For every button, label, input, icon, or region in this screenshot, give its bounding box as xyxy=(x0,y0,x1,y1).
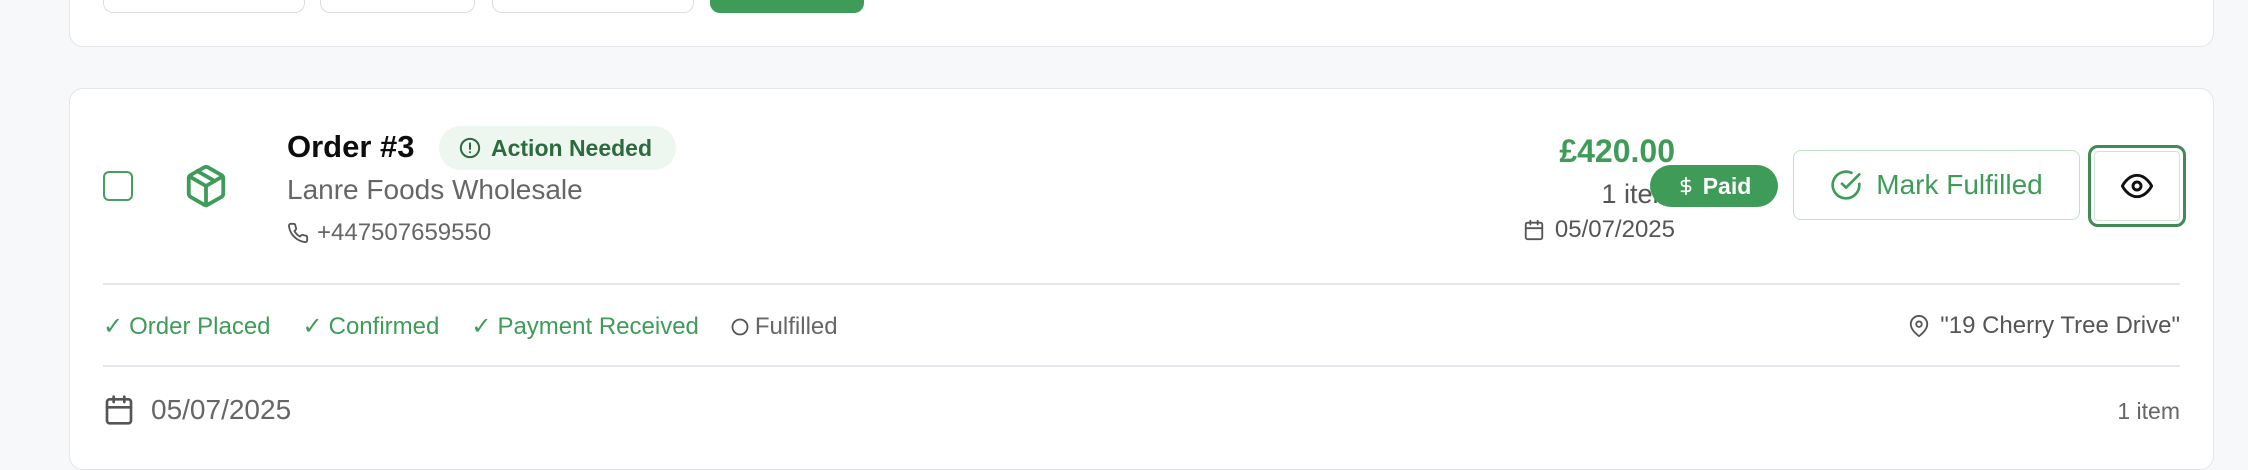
alert-circle-icon xyxy=(459,137,481,159)
package-icon xyxy=(183,161,229,211)
payment-badge: Paid xyxy=(1650,165,1778,207)
filter-control[interactable] xyxy=(492,0,694,13)
order-card: Order #3 Action Needed Lanre Foods Whole… xyxy=(69,88,2214,470)
progress-step-confirmed: ✓ Confirmed xyxy=(303,312,440,341)
order-date: 05/07/2025 xyxy=(1523,216,1675,244)
progress-step-label: Fulfilled xyxy=(754,312,838,340)
order-title: Order #3 xyxy=(287,129,415,164)
progress-step-label: Payment Received xyxy=(497,312,699,340)
calendar-icon xyxy=(1523,219,1545,241)
filter-control[interactable] xyxy=(103,0,305,13)
order-progress: ✓ Order Placed ✓ Confirmed ✓ Payment Rec… xyxy=(103,312,838,341)
progress-step-order-placed: ✓ Order Placed xyxy=(103,312,271,341)
footer-date: 05/07/2025 xyxy=(103,394,291,426)
status-badge-label: Action Needed xyxy=(491,134,653,161)
apply-filter-button[interactable] xyxy=(710,0,864,13)
mark-fulfilled-label: Mark Fulfilled xyxy=(1876,169,2043,200)
status-badge: Action Needed xyxy=(439,126,677,170)
divider xyxy=(103,283,2180,285)
order-date-value: 05/07/2025 xyxy=(1554,216,1675,243)
delivery-address: "19 Cherry Tree Drive" xyxy=(1908,312,2180,340)
filter-control[interactable] xyxy=(320,0,475,13)
check-icon: ✓ xyxy=(471,313,492,340)
address-text: "19 Cherry Tree Drive" xyxy=(1940,312,2180,339)
check-icon: ✓ xyxy=(302,313,323,340)
customer-name: Lanre Foods Wholesale xyxy=(287,174,583,205)
order-amount: £420.00 xyxy=(1559,133,1675,169)
progress-step-label: Confirmed xyxy=(328,312,440,340)
phone-icon xyxy=(287,222,309,244)
order-select-checkbox[interactable] xyxy=(103,171,133,201)
progress-step-fulfilled: Fulfilled xyxy=(731,313,838,341)
check-icon: ✓ xyxy=(103,313,124,340)
circle-icon xyxy=(731,318,749,336)
phone-number: +447507659550 xyxy=(317,219,492,246)
progress-step-payment-received: ✓ Payment Received xyxy=(471,312,699,341)
eye-icon xyxy=(2121,170,2153,202)
progress-step-label: Order Placed xyxy=(129,312,271,340)
filter-panel xyxy=(69,0,2214,47)
calendar-icon xyxy=(103,394,135,426)
map-pin-icon xyxy=(1908,315,1930,337)
divider xyxy=(103,365,2180,367)
payment-badge-label: Paid xyxy=(1702,172,1752,199)
dollar-icon xyxy=(1677,175,1695,197)
view-order-button[interactable] xyxy=(2088,145,2186,227)
mark-fulfilled-button[interactable]: Mark Fulfilled xyxy=(1793,150,2080,220)
check-circle-icon xyxy=(1830,169,1862,201)
footer-date-value: 05/07/2025 xyxy=(151,394,292,425)
footer-items-count: 1 item xyxy=(2117,398,2180,424)
customer-phone: +447507659550 xyxy=(287,219,491,247)
